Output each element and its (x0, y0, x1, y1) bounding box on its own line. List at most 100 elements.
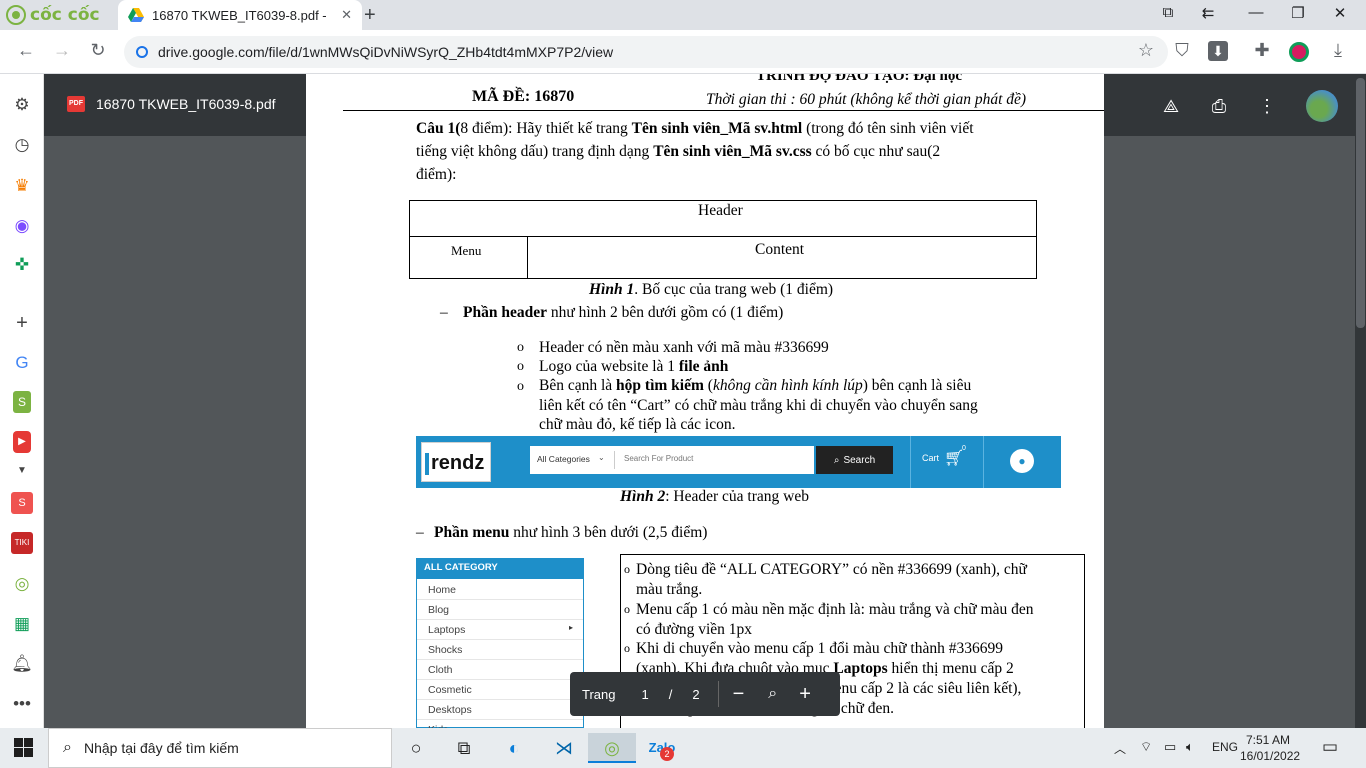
cortana-icon[interactable]: ○ (392, 733, 440, 763)
game-icon[interactable]: ✜ (10, 254, 34, 276)
pdf-file-name: 16870 TKWEB_IT6039-8.pdf (96, 96, 276, 112)
taskbar-search-box[interactable]: ⌕ Nhập tại đây để tìm kiếm (48, 728, 392, 768)
bullet-3-line-1: Bên cạnh là hộp tìm kiếm (không cần hình… (539, 377, 971, 395)
exam-duration: Thời gian thi : 60 phút (không kể thời g… (706, 91, 1027, 108)
address-bar[interactable]: drive.google.com/file/d/1wnMWsQiDvNiWSyr… (124, 36, 1168, 68)
new-tab-button[interactable]: + (364, 4, 376, 27)
header-search-box: All Categories ⌄ Search For Product (530, 446, 814, 474)
bookmark-star-icon[interactable]: ☆ (1134, 40, 1158, 61)
forward-button[interactable]: → (50, 40, 74, 61)
windows-start-icon[interactable] (14, 738, 34, 758)
scrollbar-thumb[interactable] (1356, 78, 1365, 328)
figure-2-text: : Header của trang web (665, 488, 809, 505)
q1-text-a: 8 điểm): Hãy thiết kế trang (460, 120, 632, 137)
more-actions-icon[interactable]: ⋮ (1254, 96, 1280, 117)
shield-icon[interactable]: ⛉ (1170, 40, 1194, 61)
action-center-icon[interactable]: ▭ (1322, 737, 1338, 757)
history-icon[interactable]: ◷ (10, 134, 34, 156)
back-button[interactable]: ← (14, 40, 38, 61)
layout-divider-h (410, 236, 1036, 237)
close-tab-icon[interactable]: ✕ (341, 7, 352, 23)
pdf-page: TRÌNH ĐỘ ĐÀO TẠO: Đại học MÃ ĐỀ: 16870 T… (306, 74, 1104, 728)
bullet-3-line-2: liên kết có tên “Cart” có chữ màu trắng … (539, 397, 978, 414)
page-nav-divider (717, 681, 719, 707)
taskbar-clock[interactable]: 7:51 AM 16/01/2022 (1240, 732, 1300, 764)
question-1-line-2: tiếng việt không dấu) trang định dạng Tê… (416, 143, 940, 161)
coccoc-taskbar-icon[interactable]: ◎ (588, 733, 636, 763)
tab-search-icon[interactable]: ⧉ (1150, 4, 1186, 21)
more-options-icon[interactable]: ••• (10, 693, 34, 715)
coccoc-news-icon[interactable]: ◎ (10, 573, 34, 595)
figure-1-label: Hình 1 (589, 281, 635, 298)
vscode-icon[interactable]: ⋊ (540, 733, 588, 763)
zoom-in-button[interactable]: + (799, 683, 811, 706)
downloads-icon[interactable]: ⤓ (1326, 40, 1350, 61)
show-hidden-icons[interactable]: ︿ (1114, 740, 1126, 757)
coccoc-brand-text: cốc cốc (30, 5, 100, 25)
print-icon[interactable]: ⎙ (1206, 96, 1232, 117)
figure-2-label: Hình 2 (620, 488, 666, 505)
settings-icon[interactable]: ⚙ (10, 94, 34, 116)
minimize-button[interactable]: — (1238, 4, 1274, 21)
download-extension-icon[interactable]: ⬇ (1208, 41, 1228, 61)
chevron-down-icon: ⌄ (598, 453, 605, 462)
menu-section-dash: – (416, 524, 424, 541)
desc-2-line-1: Menu cấp 1 có màu nền mặc định là: màu t… (636, 601, 1034, 618)
shopping-icon[interactable]: S (13, 391, 31, 413)
task-view-icon[interactable]: ⧉ (440, 733, 488, 763)
menu-item-blog: Blog (417, 600, 583, 620)
extensions-icon[interactable]: ✚ (1250, 40, 1274, 61)
network-icon[interactable]: ⌔ (1140, 739, 1152, 755)
restore-button[interactable]: ❐ (1280, 4, 1316, 22)
browser-tab[interactable]: 16870 TKWEB_IT6039-8.pdf - ✕ (118, 0, 362, 30)
layout-diagram: Header Menu Content (409, 200, 1037, 279)
back-arrow-icon[interactable]: ⇇ (1190, 4, 1226, 22)
taskbar-search-placeholder: Nhập tại đây để tìm kiếm (83, 740, 239, 756)
expand-more-icon[interactable]: ▼ (10, 460, 34, 482)
account-avatar[interactable] (1306, 90, 1338, 122)
page-navigation-bar: Trang 1 / 2 − ⌕ + (570, 672, 840, 716)
messenger-icon[interactable]: ◉ (10, 215, 34, 237)
profile-extension-icon[interactable] (1289, 42, 1309, 62)
add-sidebar-item-icon[interactable]: + (10, 312, 34, 334)
translate-icon[interactable]: G (10, 352, 34, 374)
notifications-bell-icon[interactable]: 🔔︎ (10, 653, 34, 675)
current-page-input[interactable]: 1 (641, 687, 648, 702)
total-pages: 2 (692, 686, 700, 702)
google-drive-icon (128, 8, 144, 22)
zoom-out-button[interactable]: − (733, 683, 745, 706)
shopee-icon[interactable]: S (11, 492, 33, 514)
youtube-icon[interactable]: ▶ (13, 431, 31, 453)
exam-code: MÃ ĐỀ: 16870 (472, 88, 575, 105)
menu-item-laptops: Laptops (417, 620, 583, 640)
menu-section-bold: Phần menu (434, 524, 510, 541)
q1-text-d: có bố cục như sau(2 (811, 143, 941, 160)
edge-icon[interactable]: ◐ (490, 733, 538, 763)
add-to-drive-icon[interactable]: ⟁ (1158, 96, 1184, 117)
close-window-button[interactable]: ✕ (1322, 4, 1358, 22)
bullet-3-text-e: ) bên cạnh là siêu (862, 377, 972, 394)
desc-bullet-1: o (624, 562, 630, 576)
zoom-reset-icon[interactable]: ⌕ (768, 685, 777, 703)
volume-icon[interactable]: 🔈︎ (1186, 739, 1194, 755)
tab-title: 16870 TKWEB_IT6039-8.pdf - (152, 7, 327, 23)
tiki-icon[interactable]: TIKI (11, 532, 33, 554)
trendz-logo-mark (425, 453, 429, 475)
desc-1-line-2: màu trắng. (636, 581, 703, 598)
desc-3-line-1: Khi di chuyển vào menu cấp 1 đổi màu chữ… (636, 640, 1003, 657)
magnifier-icon: ⌕ (833, 454, 840, 466)
reload-button[interactable]: ↻ (86, 40, 110, 61)
header-divider-2 (983, 436, 984, 488)
language-indicator[interactable]: ENG (1212, 740, 1238, 754)
battery-icon[interactable]: ▭ (1164, 739, 1176, 755)
user-icon: ● (1010, 449, 1034, 473)
coccoc-logo[interactable]: cốc cốc (6, 5, 100, 25)
question-1-line-3: điểm): (416, 166, 457, 183)
bullet-3-text-c: ( (703, 377, 713, 394)
sheets-icon[interactable]: ▦ (10, 613, 34, 635)
coccoc-logo-icon (6, 5, 26, 25)
site-info-icon[interactable] (136, 46, 148, 58)
desc-bullet-2: o (624, 602, 630, 616)
crown-icon[interactable]: ♛ (10, 175, 34, 197)
desc-1-line-1: Dòng tiêu đề “ALL CATEGORY” có nền #3366… (636, 561, 1027, 578)
